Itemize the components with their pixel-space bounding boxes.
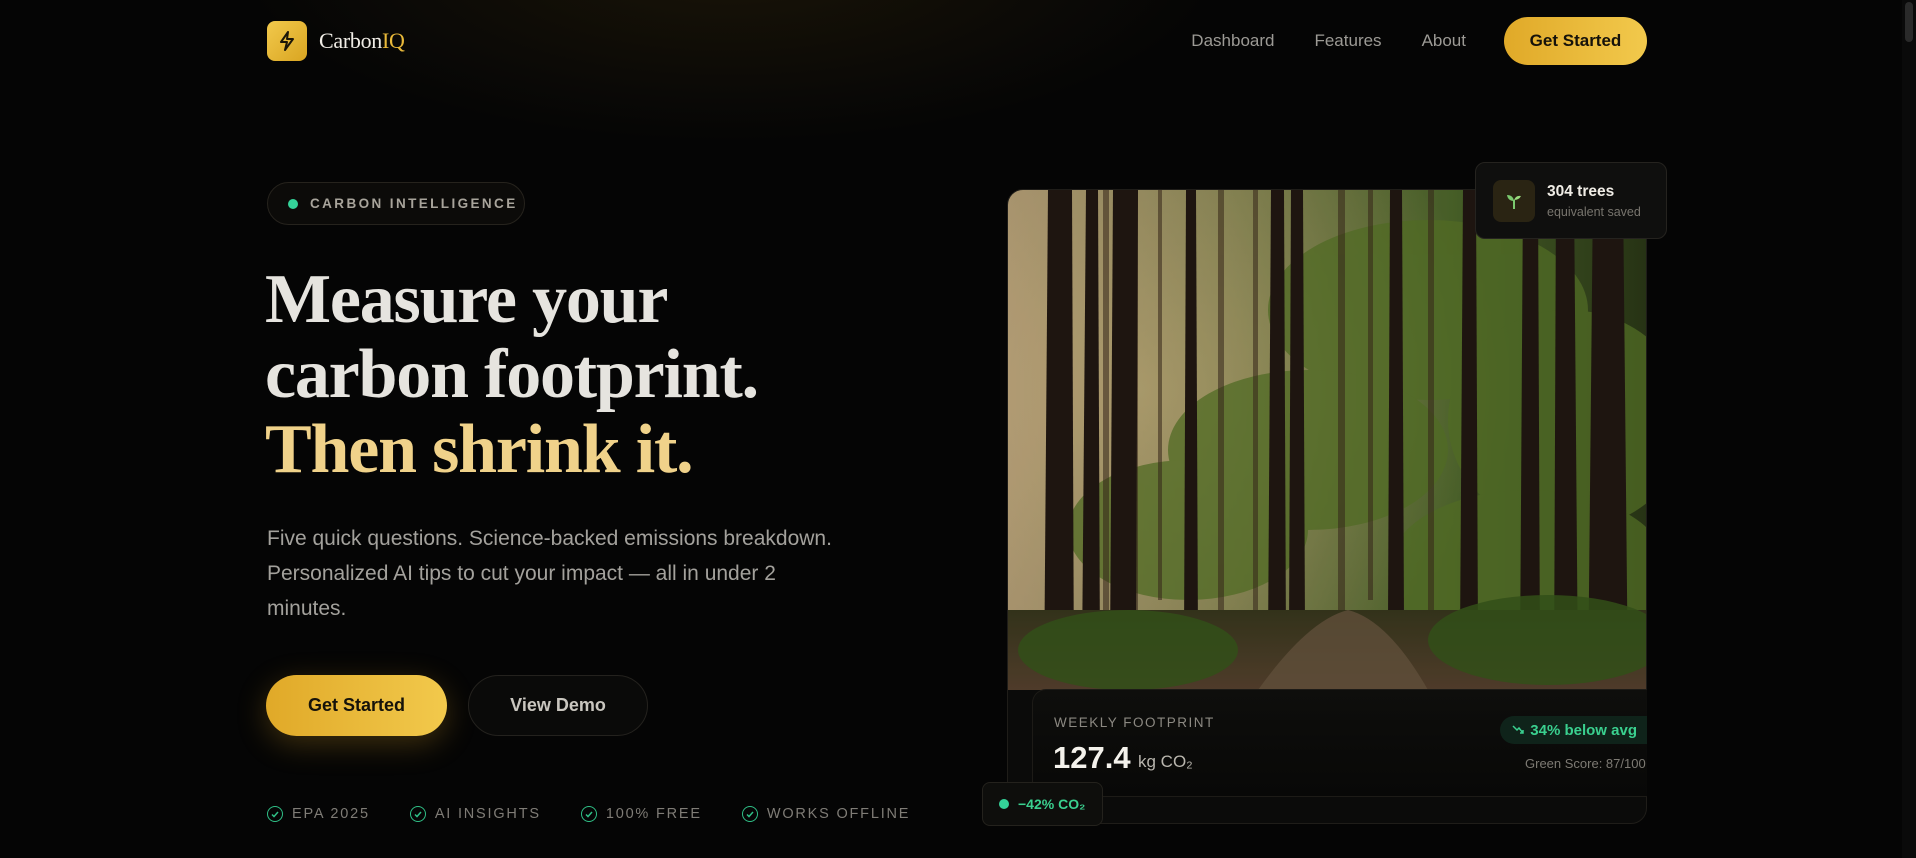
status-dot-icon: [288, 198, 298, 209]
headline-line-3: Then shrink it.: [265, 411, 694, 488]
green-score: Green Score: 87/100: [1525, 756, 1646, 771]
check-circle-icon: [409, 806, 426, 822]
status-dot-icon: [999, 799, 1009, 809]
feature-label: WORKS OFFLINE: [766, 806, 911, 822]
lightning-icon: [267, 21, 307, 61]
scrollbar[interactable]: [1902, 0, 1916, 858]
headline-line-1: Measure your: [265, 261, 668, 338]
hero-cta-row: Get Started View Demo: [266, 675, 648, 736]
trend-down-icon: [1512, 722, 1525, 739]
nav-links: Dashboard Features About Get Started: [1191, 17, 1647, 65]
get-started-button[interactable]: Get Started: [266, 675, 447, 736]
feature-label: 100% FREE: [605, 806, 702, 822]
trend-badge: 34% below avg: [1500, 716, 1647, 744]
co2-reduction-badge: −42% CO₂: [982, 782, 1103, 826]
trend-label: 34% below avg: [1530, 721, 1637, 739]
nav-link-dashboard[interactable]: Dashboard: [1191, 31, 1274, 51]
feature-check-item: AI INSIGHTS: [409, 806, 541, 822]
trees-saved-card: 304 trees equivalent saved: [1475, 162, 1667, 239]
footprint-unit: kg CO₂: [1138, 752, 1193, 771]
feature-check-item: EPA 2025: [267, 806, 370, 822]
brand-name: CarbonIQ: [319, 28, 405, 53]
brand-logo[interactable]: CarbonIQ: [267, 21, 405, 61]
headline-line-2: carbon footprint.: [265, 336, 759, 413]
footprint-label: WEEKLY FOOTPRINT: [1054, 715, 1215, 730]
scrollbar-thumb[interactable]: [1905, 2, 1913, 42]
footprint-value: 127.4: [1053, 740, 1131, 775]
nav-get-started-button[interactable]: Get Started: [1504, 17, 1647, 65]
nav-link-features[interactable]: Features: [1314, 31, 1381, 51]
hero-badge: CARBON INTELLIGENCE: [267, 182, 525, 225]
check-circle-icon: [267, 806, 283, 822]
top-nav: CarbonIQ Dashboard Features About Get St…: [267, 17, 1647, 65]
check-circle-icon: [580, 806, 597, 822]
feature-checks: EPA 2025 AI INSIGHTS 100% FREE WORKS OFF…: [267, 806, 910, 822]
badge-label: CARBON INTELLIGENCE: [310, 196, 518, 211]
forest-photo: [1008, 190, 1646, 690]
trees-caption: equivalent saved: [1547, 204, 1641, 219]
hero-headline: Measure your carbon footprint. Then shri…: [265, 261, 759, 488]
feature-label: EPA 2025: [292, 806, 370, 822]
check-circle-icon: [741, 806, 758, 822]
sprout-icon: [1493, 179, 1535, 222]
weekly-footprint-panel: WEEKLY FOOTPRINT 127.4 kg CO₂ 34% below …: [1032, 689, 1647, 797]
feature-check-item: 100% FREE: [580, 806, 702, 822]
co2-reduction-label: −42% CO₂: [1018, 796, 1086, 812]
feature-label: AI INSIGHTS: [434, 806, 541, 822]
nav-link-about[interactable]: About: [1422, 31, 1466, 51]
hero-subtitle: Five quick questions. Science-backed emi…: [267, 527, 832, 620]
trees-count: 304 trees: [1547, 182, 1615, 200]
feature-check-item: WORKS OFFLINE: [741, 806, 911, 822]
view-demo-button[interactable]: View Demo: [468, 675, 648, 736]
